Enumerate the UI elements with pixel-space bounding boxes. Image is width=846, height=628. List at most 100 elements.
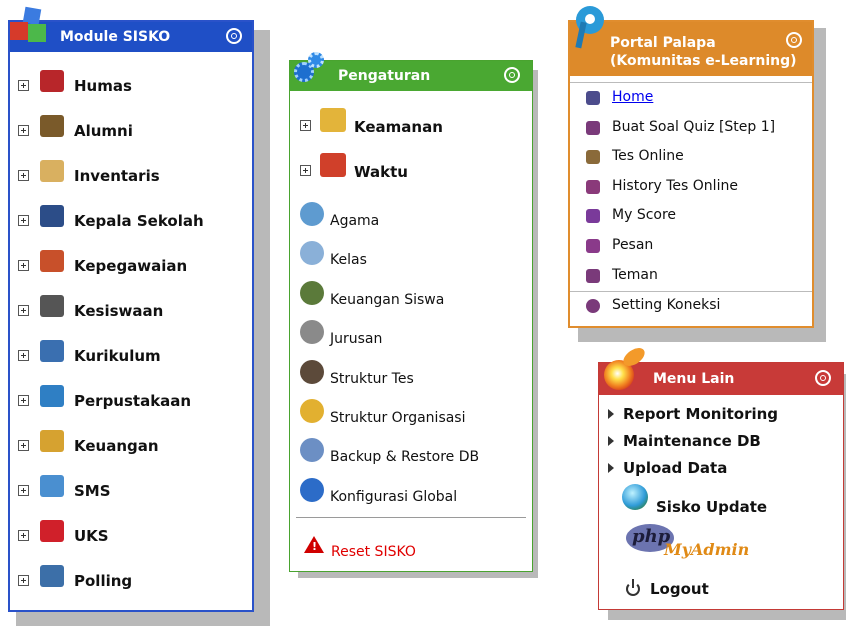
menu-item-konfigurasi-global[interactable]: Konfigurasi Global (300, 477, 520, 512)
menu-item-struktur-tes[interactable]: Struktur Tes (300, 359, 520, 394)
group-keamanan[interactable]: Keamanan (300, 108, 520, 142)
star-icon (586, 209, 600, 224)
fireball-icon (600, 344, 648, 392)
menu-item-jurusan[interactable]: Jurusan (300, 320, 520, 354)
class-icon (300, 241, 324, 266)
menu-item-agama[interactable]: Agama (300, 202, 520, 236)
portal-item-label: My Score (612, 207, 677, 224)
reset-sisko-label: Reset SISKO (331, 544, 416, 560)
menu-item-label: Backup & Restore DB (330, 449, 480, 466)
expand-icon[interactable] (18, 440, 29, 451)
logout-link[interactable]: Logout (624, 578, 744, 600)
graduates-icon (40, 115, 64, 137)
collapse-icon[interactable] (815, 370, 831, 386)
expand-icon[interactable] (18, 350, 29, 361)
gears-icon (292, 50, 332, 86)
portal-item-tes[interactable]: Tes Online (584, 147, 804, 167)
lock-icon (320, 108, 346, 132)
palapa-logo-icon (574, 6, 610, 50)
sidebar-item-label: Keuangan (74, 437, 159, 455)
pengaturan-title: Pengaturan (338, 68, 431, 84)
group-label: Keamanan (354, 118, 443, 136)
expand-icon[interactable] (18, 305, 29, 316)
sidebar-item-humas[interactable]: Humas (18, 70, 238, 102)
menu-item-backup-restore-db[interactable]: Backup & Restore DB (300, 438, 520, 472)
portal-title-line2: (Komunitas e-Learning) (610, 53, 797, 69)
sisko-update-link[interactable]: Sisko Update (622, 484, 822, 516)
menu-lain-item-maintenance-db[interactable]: Maintenance DB (608, 431, 828, 451)
collapse-icon[interactable] (226, 28, 242, 44)
expand-icon[interactable] (18, 170, 29, 181)
expand-icon[interactable] (18, 395, 29, 406)
sidebar-item-label: Inventaris (74, 167, 160, 185)
menu-item-label: Jurusan (330, 331, 383, 348)
menu-lain-title: Menu Lain (653, 371, 735, 387)
sidebar-item-kesiswaan[interactable]: Kesiswaan (18, 295, 238, 327)
sidebar-item-kepala-sekolah[interactable]: Kepala Sekolah (18, 205, 238, 237)
portal-item-history[interactable]: History Tes Online (584, 177, 804, 197)
database-icon (300, 438, 324, 463)
group-waktu[interactable]: Waktu (300, 153, 520, 187)
sidebar-item-alumni[interactable]: Alumni (18, 115, 238, 147)
sidebar-item-inventaris[interactable]: Inventaris (18, 160, 238, 192)
portal-item-label: Tes Online (612, 148, 684, 165)
expand-icon[interactable] (18, 80, 29, 91)
sidebar-item-label: Kurikulum (74, 347, 161, 365)
sisko-update-label: Sisko Update (656, 498, 768, 516)
portal-item-teman[interactable]: Teman (584, 266, 804, 286)
menu-lain-item-report-monitoring[interactable]: Report Monitoring (608, 404, 828, 424)
menu-item-keuangan-siswa[interactable]: Keuangan Siswa (300, 280, 520, 315)
expand-icon[interactable] (300, 165, 311, 176)
sidebar-item-kurikulum[interactable]: Kurikulum (18, 340, 238, 372)
module-sisko-title: Module SISKO (60, 29, 171, 45)
portal-title-line1: Portal Palapa (610, 35, 716, 51)
test-structure-icon (300, 359, 324, 384)
phpmyadmin-link[interactable]: php MyAdmin (626, 524, 750, 564)
student-finance-icon (300, 280, 324, 305)
portal-item-label: Buat Soal Quiz [Step 1] (612, 118, 776, 135)
expand-icon[interactable] (18, 125, 29, 136)
portal-item-label: History Tes Online (612, 177, 738, 194)
collapse-icon[interactable] (786, 32, 802, 48)
menu-lain-item-upload-data[interactable]: Upload Data (608, 458, 828, 478)
sidebar-item-keuangan[interactable]: Keuangan (18, 430, 238, 462)
portal-item-label: Teman (612, 266, 658, 283)
library-icon (40, 385, 64, 407)
calendar-icon (320, 153, 346, 177)
sidebar-item-uks[interactable]: UKS (18, 520, 238, 552)
portal-item-pesan[interactable]: Pesan (584, 236, 804, 256)
principal-icon (40, 205, 64, 227)
portal-item-setting-koneksi[interactable]: Setting Koneksi (584, 296, 804, 316)
menu-item-struktur-organisasi[interactable]: Struktur Organisasi (300, 399, 520, 433)
sidebar-item-kepegawaian[interactable]: Kepegawaian (18, 250, 238, 282)
arrow-right-icon (608, 436, 614, 446)
portal-item-buat[interactable]: Buat Soal Quiz [Step 1] (584, 118, 804, 138)
sidebar-item-perpustakaan[interactable]: Perpustakaan (18, 385, 238, 417)
expand-icon[interactable] (300, 120, 311, 131)
expand-icon[interactable] (18, 575, 29, 586)
myadmin-text: MyAdmin (664, 540, 750, 559)
expand-icon[interactable] (18, 215, 29, 226)
logout-label: Logout (650, 580, 709, 598)
portal-item-home[interactable]: Home (584, 88, 804, 108)
portal-item-label: Home (612, 89, 654, 105)
menu-item-label: Agama (330, 213, 380, 229)
portal-item-my[interactable]: My Score (584, 206, 804, 226)
expand-icon[interactable] (18, 485, 29, 496)
sidebar-item-polling[interactable]: Polling (18, 565, 238, 597)
menu-lain-item-label: Upload Data (623, 459, 728, 477)
menu-item-label: Struktur Organisasi (330, 410, 466, 426)
expand-icon[interactable] (18, 260, 29, 271)
calendar-icon (586, 179, 600, 194)
reset-sisko-link[interactable]: ! Reset SISKO (304, 534, 504, 560)
arrow-right-icon (608, 463, 614, 473)
menu-item-label: Struktur Tes (330, 370, 414, 387)
sidebar-item-label: Kesiswaan (74, 302, 164, 320)
sidebar-item-sms[interactable]: SMS (18, 475, 238, 507)
home-icon (586, 91, 600, 105)
collapse-icon[interactable] (504, 67, 520, 83)
sidebar-item-label: Humas (74, 77, 132, 95)
menu-item-kelas[interactable]: Kelas (300, 241, 520, 275)
expand-icon[interactable] (18, 530, 29, 541)
menu-item-label: Keuangan Siswa (330, 291, 445, 308)
